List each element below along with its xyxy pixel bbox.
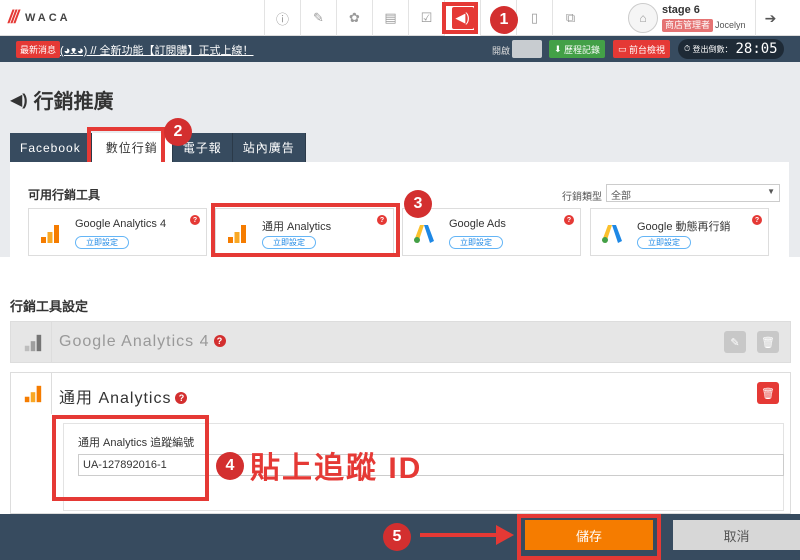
tab-onsite-ads[interactable]: 站內廣告 bbox=[232, 133, 306, 162]
edit-button[interactable]: ✎ bbox=[724, 331, 746, 353]
open-toggle[interactable] bbox=[512, 40, 542, 58]
logout-icon[interactable]: ➔ bbox=[755, 0, 785, 36]
arrow-head-icon bbox=[496, 525, 514, 545]
tool-name: Google Ads bbox=[449, 218, 506, 230]
step-3-badge: 3 bbox=[404, 190, 432, 218]
notice-bar: 最新消息 (◕ᴥ◕) // 全新功能【訂閱購】正式上線！ 開啟 ⬇ 歷程記錄 ▭… bbox=[0, 36, 800, 62]
highlight-tracking-field bbox=[52, 415, 209, 501]
step-4-badge: 4 bbox=[216, 452, 244, 480]
storefront-preview-button[interactable]: ▭ 前台檢視 bbox=[613, 40, 671, 58]
help-icon[interactable]: ? bbox=[190, 215, 200, 225]
tool-name: Google Analytics 4 bbox=[75, 218, 167, 230]
edit-icon[interactable]: ✎ bbox=[300, 0, 336, 36]
tab-facebook[interactable]: Facebook bbox=[10, 133, 92, 162]
news-link[interactable]: (◕ᴥ◕) // 全新功能【訂閱購】正式上線！ bbox=[60, 42, 254, 58]
delete-button[interactable]: 🗑 bbox=[757, 382, 779, 404]
cancel-button[interactable]: 取消 bbox=[673, 520, 800, 550]
highlight-tool-card bbox=[211, 203, 400, 257]
history-button[interactable]: ⬇ 歷程記錄 bbox=[549, 40, 606, 58]
logo[interactable]: /// WACA bbox=[8, 7, 71, 28]
tool-card-google-ads[interactable]: Google Ads 立即設定 ? bbox=[402, 208, 581, 256]
logout-timer: ⏱ 登出倒數： 28:05 bbox=[678, 39, 784, 59]
google-ads-icon bbox=[414, 225, 434, 243]
highlight-nav-marketing bbox=[442, 2, 478, 34]
user-menu[interactable]: ⌂ stage 6 商店管理者 Jocelyn bbox=[628, 3, 746, 33]
role-badge: 商店管理者 bbox=[662, 19, 714, 32]
trash-icon: 🗑 bbox=[761, 336, 775, 349]
delete-button[interactable]: 🗑 bbox=[757, 331, 779, 353]
section-divider bbox=[0, 257, 800, 264]
logo-mark-icon: /// bbox=[8, 7, 19, 27]
analytics-icon bbox=[41, 225, 59, 243]
analytics-icon bbox=[24, 334, 42, 352]
settings-title: 行銷工具設定 bbox=[10, 299, 89, 314]
setup-button[interactable]: 立即設定 bbox=[75, 236, 129, 249]
row-title: Google Analytics 4 bbox=[59, 333, 210, 350]
trash-icon: 🗑 bbox=[761, 387, 775, 400]
step-2-badge: 2 bbox=[164, 118, 192, 146]
help-icon[interactable]: ? bbox=[175, 392, 188, 404]
tool-card-google-remarketing[interactable]: Google 動態再行銷 立即設定 ? bbox=[590, 208, 769, 256]
main-nav: ⓘ ✎ ✿ ▤ ☑ ◀) ● ▯ ⧉ bbox=[264, 0, 588, 36]
store-name: stage 6 bbox=[662, 4, 700, 16]
step-5-badge: 5 bbox=[383, 523, 411, 551]
megaphone-icon: ◀) bbox=[10, 91, 28, 109]
paste-tracking-id-label: 貼上追蹤 ID bbox=[250, 452, 423, 485]
store-avatar-icon: ⌂ bbox=[628, 3, 658, 33]
chevron-down-icon: ▼ bbox=[767, 187, 775, 196]
setup-button[interactable]: 立即設定 bbox=[637, 236, 691, 249]
store-icon[interactable]: ▤ bbox=[372, 0, 408, 36]
open-label: 開啟 bbox=[492, 46, 511, 56]
palette-icon[interactable]: ✿ bbox=[336, 0, 372, 36]
timer-icon: ⏱ bbox=[684, 44, 693, 53]
download-icon: ⬇ bbox=[554, 43, 565, 54]
arrow-icon bbox=[420, 533, 500, 537]
document-icon[interactable]: ▯ bbox=[516, 0, 552, 36]
help-icon[interactable]: ? bbox=[213, 335, 226, 347]
help-icon[interactable]: ? bbox=[564, 215, 574, 225]
analytics-icon bbox=[24, 385, 42, 403]
highlight-save bbox=[517, 514, 661, 560]
tool-name: Google 動態再行銷 bbox=[637, 221, 731, 233]
step-1-badge: 1 bbox=[490, 6, 518, 34]
news-badge: 最新消息 bbox=[16, 41, 61, 58]
row-title: 通用 Analytics bbox=[59, 390, 172, 407]
marketing-type-select[interactable]: 全部 ▼ bbox=[606, 184, 780, 202]
help-icon[interactable]: ? bbox=[752, 215, 762, 225]
info-icon[interactable]: ⓘ bbox=[264, 0, 300, 36]
layers-icon[interactable]: ⧉ bbox=[552, 0, 588, 36]
pencil-icon: ✎ bbox=[730, 336, 740, 349]
available-tools-title: 可用行銷工具 bbox=[28, 188, 101, 202]
setup-button[interactable]: 立即設定 bbox=[449, 236, 503, 249]
filter-label: 行銷類型 bbox=[562, 192, 602, 203]
monitor-icon: ▭ bbox=[618, 43, 630, 54]
google-ads-icon bbox=[602, 225, 622, 243]
page-title: ◀) 行銷推廣 bbox=[10, 91, 114, 113]
logo-text: WACA bbox=[25, 11, 71, 24]
checklist-icon[interactable]: ☑ bbox=[408, 0, 444, 36]
tool-card-ga4[interactable]: Google Analytics 4 立即設定 ? bbox=[28, 208, 207, 256]
settings-row-ga4: Google Analytics 4? ✎ 🗑 bbox=[10, 321, 791, 363]
user-name: Jocelyn bbox=[715, 20, 746, 30]
top-bar: /// WACA ⓘ ✎ ✿ ▤ ☑ ◀) ● ▯ ⧉ ⌂ stage 6 商店… bbox=[0, 0, 800, 36]
